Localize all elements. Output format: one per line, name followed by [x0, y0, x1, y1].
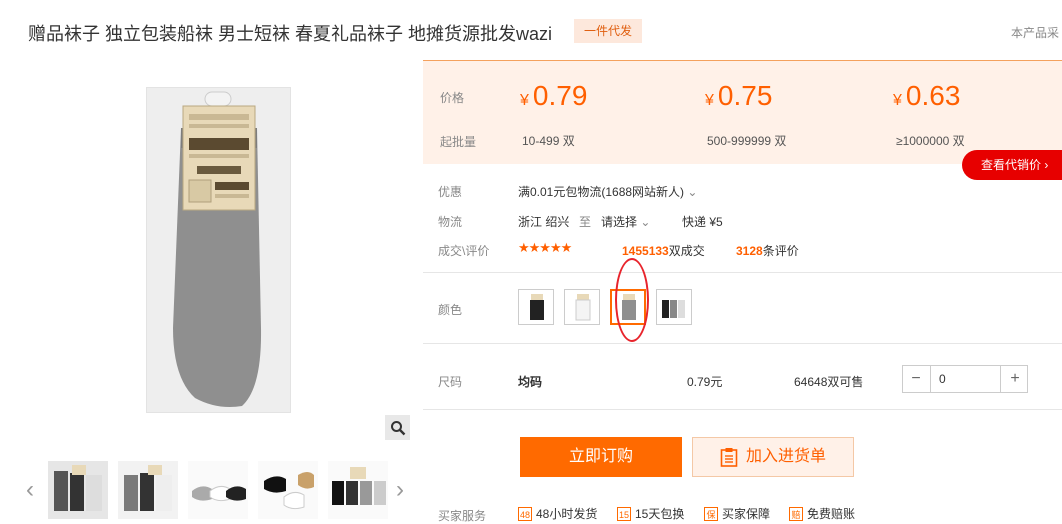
- main-product-image: [146, 87, 291, 413]
- thumbnail-image: [188, 461, 248, 519]
- stock-available: 64648双可售: [794, 375, 864, 389]
- logistics-origin: 浙江 绍兴: [518, 215, 570, 229]
- exchange-15day-icon: 15: [617, 506, 631, 521]
- thumbnail-1[interactable]: [48, 461, 108, 519]
- service-15day: 15 15天包换: [617, 506, 685, 521]
- product-title: 赠品袜子 独立包装船袜 男士短袜 春夏礼品袜子 地摊货源批发wazi: [28, 24, 553, 44]
- thumbnail-image: [258, 461, 318, 519]
- divider: [423, 343, 1062, 344]
- thumbnail-image: [54, 465, 102, 511]
- min-qty-label: 起批量: [440, 135, 477, 149]
- reviews-count[interactable]: 3128条评价: [736, 242, 799, 259]
- price-tier-2: ¥0.75: [705, 80, 773, 111]
- quantity-stepper: − 0 +: [902, 365, 1028, 393]
- dropship-badge: 一件代发: [574, 19, 642, 43]
- chevron-down-icon: ⌄: [687, 185, 698, 199]
- promo-label: 优惠: [438, 185, 463, 199]
- divider: [423, 272, 1062, 273]
- price-tier-1: ¥0.79: [520, 80, 588, 111]
- swatch-image: [530, 294, 544, 320]
- thumb-prev-arrow[interactable]: ‹: [26, 478, 34, 502]
- add-to-cart-button[interactable]: 加入进货单: [692, 437, 854, 477]
- logistics-method: 快递 ¥5: [682, 215, 723, 229]
- shipping-48h-icon: 48: [518, 506, 532, 521]
- logistics-destination-select[interactable]: 请选择 ⌄: [601, 213, 650, 230]
- deals-label: 成交\评价: [438, 244, 490, 258]
- thumbnail-2[interactable]: [118, 461, 178, 519]
- color-swatch-2[interactable]: [564, 289, 600, 325]
- thumbnail-3[interactable]: [188, 461, 248, 519]
- thumbnail-image: [124, 465, 172, 511]
- size-label: 尺码: [438, 375, 463, 389]
- color-swatch-4[interactable]: [656, 289, 692, 325]
- service-guarantee: 保买家保障: [704, 505, 770, 522]
- thumbnail-4[interactable]: [258, 461, 318, 519]
- price-label: 价格: [440, 91, 465, 105]
- zoom-button[interactable]: [385, 415, 410, 440]
- swatch-image: [575, 294, 591, 321]
- logistics-to-word: 至: [579, 215, 592, 229]
- price-tier-3: ¥0.63: [893, 80, 961, 111]
- annotation-circle: [615, 258, 649, 342]
- swatch-image: [662, 300, 685, 318]
- promo-text[interactable]: 满0.01元包物流(1688网站新人) ⌄: [518, 183, 697, 200]
- chevron-down-icon: ⌄: [640, 215, 651, 229]
- top-right-note: 本产品采: [1011, 26, 1060, 40]
- magnifier-icon: [390, 420, 405, 435]
- qty-tier-1: 10-499 双: [522, 134, 575, 148]
- services-label: 买家服务: [438, 509, 487, 523]
- compensation-icon: 赔: [789, 506, 803, 521]
- thumbnail-5[interactable]: [328, 461, 388, 519]
- size-value: 均码: [518, 375, 543, 389]
- chevron-right-icon: ›: [1044, 158, 1049, 172]
- rating-stars: ★★★★★: [518, 240, 572, 255]
- service-48h: 48 48小时发货: [518, 506, 598, 521]
- logistics-label: 物流: [438, 215, 463, 229]
- thumb-next-arrow[interactable]: ›: [396, 478, 404, 502]
- thumbnail-image: [328, 461, 388, 519]
- clipboard-icon: [720, 448, 738, 467]
- color-swatch-1[interactable]: [518, 289, 554, 325]
- color-label: 颜色: [438, 303, 463, 317]
- guarantee-icon: 保: [704, 506, 718, 521]
- size-price: 0.79元: [687, 375, 723, 389]
- sock-package-illustration: [147, 88, 290, 412]
- divider: [423, 409, 1062, 410]
- qty-tier-3: ≥1000000 双: [896, 134, 965, 148]
- qty-tier-2: 500-999999 双: [707, 134, 787, 148]
- service-compensation: 赔免费赔账: [789, 505, 855, 522]
- increment-button[interactable]: +: [1002, 366, 1028, 392]
- view-distributor-price-button[interactable]: 查看代销价 ›: [962, 150, 1062, 180]
- decrement-button[interactable]: −: [903, 366, 929, 392]
- quantity-input[interactable]: 0: [930, 366, 1001, 392]
- buy-now-button[interactable]: 立即订购: [520, 437, 682, 477]
- deals-count[interactable]: 1455133双成交: [622, 242, 705, 259]
